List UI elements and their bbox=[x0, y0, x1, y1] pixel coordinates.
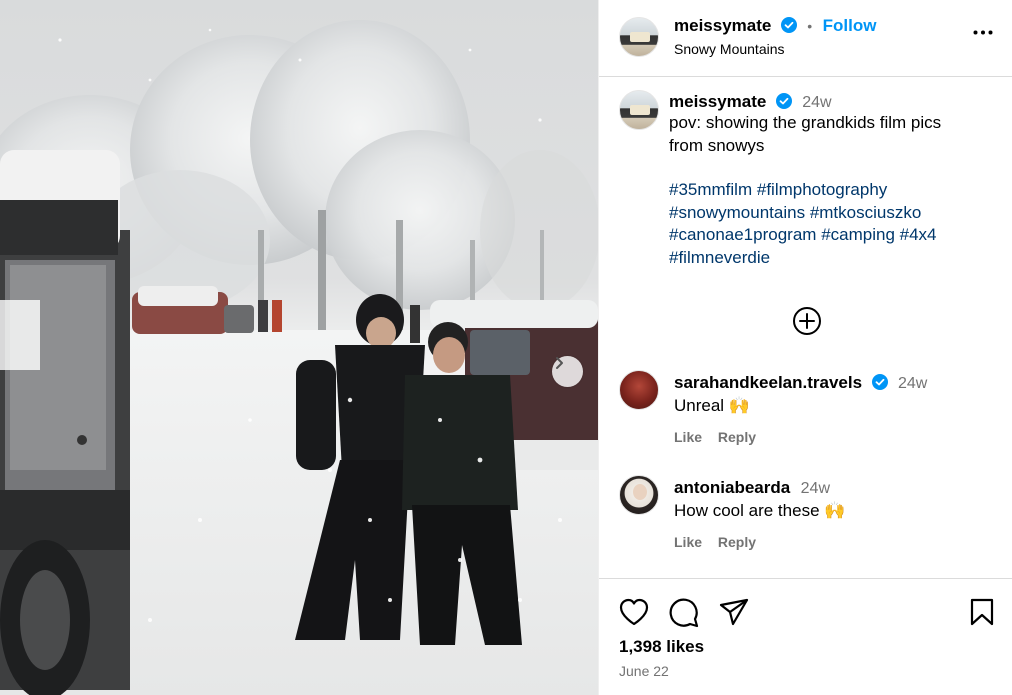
hashtag-link[interactable]: #snowymountains bbox=[669, 203, 805, 222]
hashtag-link[interactable]: #mtkosciuszko bbox=[810, 203, 921, 222]
caption-line: pov: showing the grandkids film pics bbox=[669, 113, 942, 132]
avatar[interactable] bbox=[619, 17, 659, 57]
comment-username[interactable]: antoniabearda bbox=[674, 478, 790, 497]
caption-timestamp[interactable]: 24w bbox=[802, 94, 831, 111]
hashtag-list: #35mmfilm #filmphotography #snowymountai… bbox=[669, 179, 999, 269]
verified-badge-icon bbox=[871, 374, 888, 390]
comment-actions: Like Reply bbox=[674, 534, 756, 550]
like-comment-button[interactable]: Like bbox=[674, 534, 702, 550]
hashtag-link[interactable]: #35mmfilm bbox=[669, 180, 752, 199]
post-date[interactable]: June 22 bbox=[619, 663, 669, 679]
hashtag-link[interactable]: #camping bbox=[821, 225, 895, 244]
caption-line: from snowys bbox=[669, 135, 765, 155]
dot-separator: • bbox=[807, 18, 813, 34]
comment-timestamp[interactable]: 24w bbox=[801, 480, 830, 497]
comment-timestamp[interactable]: 24w bbox=[898, 375, 927, 392]
avatar[interactable] bbox=[619, 475, 659, 515]
comment-text: Unreal 🙌 bbox=[674, 396, 750, 416]
hashtag-line: #filmneverdie bbox=[669, 247, 999, 270]
next-photo-button[interactable] bbox=[552, 356, 583, 387]
chevron-right-icon bbox=[556, 357, 563, 369]
hashtag-link[interactable]: #canonae1program bbox=[669, 225, 816, 244]
avatar[interactable] bbox=[619, 370, 659, 410]
hashtag-link[interactable]: #filmphotography bbox=[757, 180, 887, 199]
reply-button[interactable]: Reply bbox=[718, 534, 756, 550]
post-photo[interactable] bbox=[0, 0, 598, 695]
comment-icon[interactable] bbox=[669, 598, 699, 628]
comment-text-content: How cool are these bbox=[674, 501, 820, 520]
comment-username[interactable]: sarahandkeelan.travels bbox=[674, 373, 862, 392]
heart-icon[interactable] bbox=[619, 598, 649, 626]
like-comment-button[interactable]: Like bbox=[674, 429, 702, 445]
caption-text: pov: showing the grandkids film pics fro… bbox=[669, 112, 999, 157]
raised-hands-emoji: 🙌 bbox=[728, 396, 750, 415]
reply-button[interactable]: Reply bbox=[718, 429, 756, 445]
verified-badge-icon bbox=[780, 17, 797, 33]
comment-text-content: Unreal bbox=[674, 396, 725, 415]
bookmark-icon[interactable] bbox=[970, 598, 994, 626]
hashtag-link[interactable]: #4x4 bbox=[900, 225, 937, 244]
hashtag-line: #canonae1program #camping #4x4 bbox=[669, 224, 999, 247]
snow-scene-image bbox=[0, 20, 598, 695]
avatar[interactable] bbox=[619, 90, 659, 130]
comment-actions: Like Reply bbox=[674, 429, 756, 445]
more-options-icon[interactable] bbox=[973, 30, 993, 35]
header-username[interactable]: meissymate bbox=[674, 16, 771, 35]
raised-hands-emoji: 🙌 bbox=[824, 501, 846, 520]
hashtag-link[interactable]: #filmneverdie bbox=[669, 248, 770, 267]
post-header: meissymate • Follow Snowy Mountains bbox=[599, 0, 1012, 77]
post-sidebar: meissymate • Follow Snowy Mountains meis… bbox=[598, 0, 1012, 695]
plus-circle-icon[interactable] bbox=[792, 306, 822, 336]
share-icon[interactable] bbox=[719, 598, 749, 626]
hashtag-line: #35mmfilm #filmphotography bbox=[669, 179, 999, 202]
comment-text: How cool are these 🙌 bbox=[674, 501, 845, 521]
verified-badge-icon bbox=[775, 93, 792, 109]
hashtag-line: #snowymountains #mtkosciuszko bbox=[669, 202, 999, 225]
location-link[interactable]: Snowy Mountains bbox=[674, 41, 785, 57]
follow-button[interactable]: Follow bbox=[823, 16, 877, 35]
caption-username[interactable]: meissymate bbox=[669, 92, 766, 111]
like-count[interactable]: 1,398 likes bbox=[619, 637, 704, 657]
